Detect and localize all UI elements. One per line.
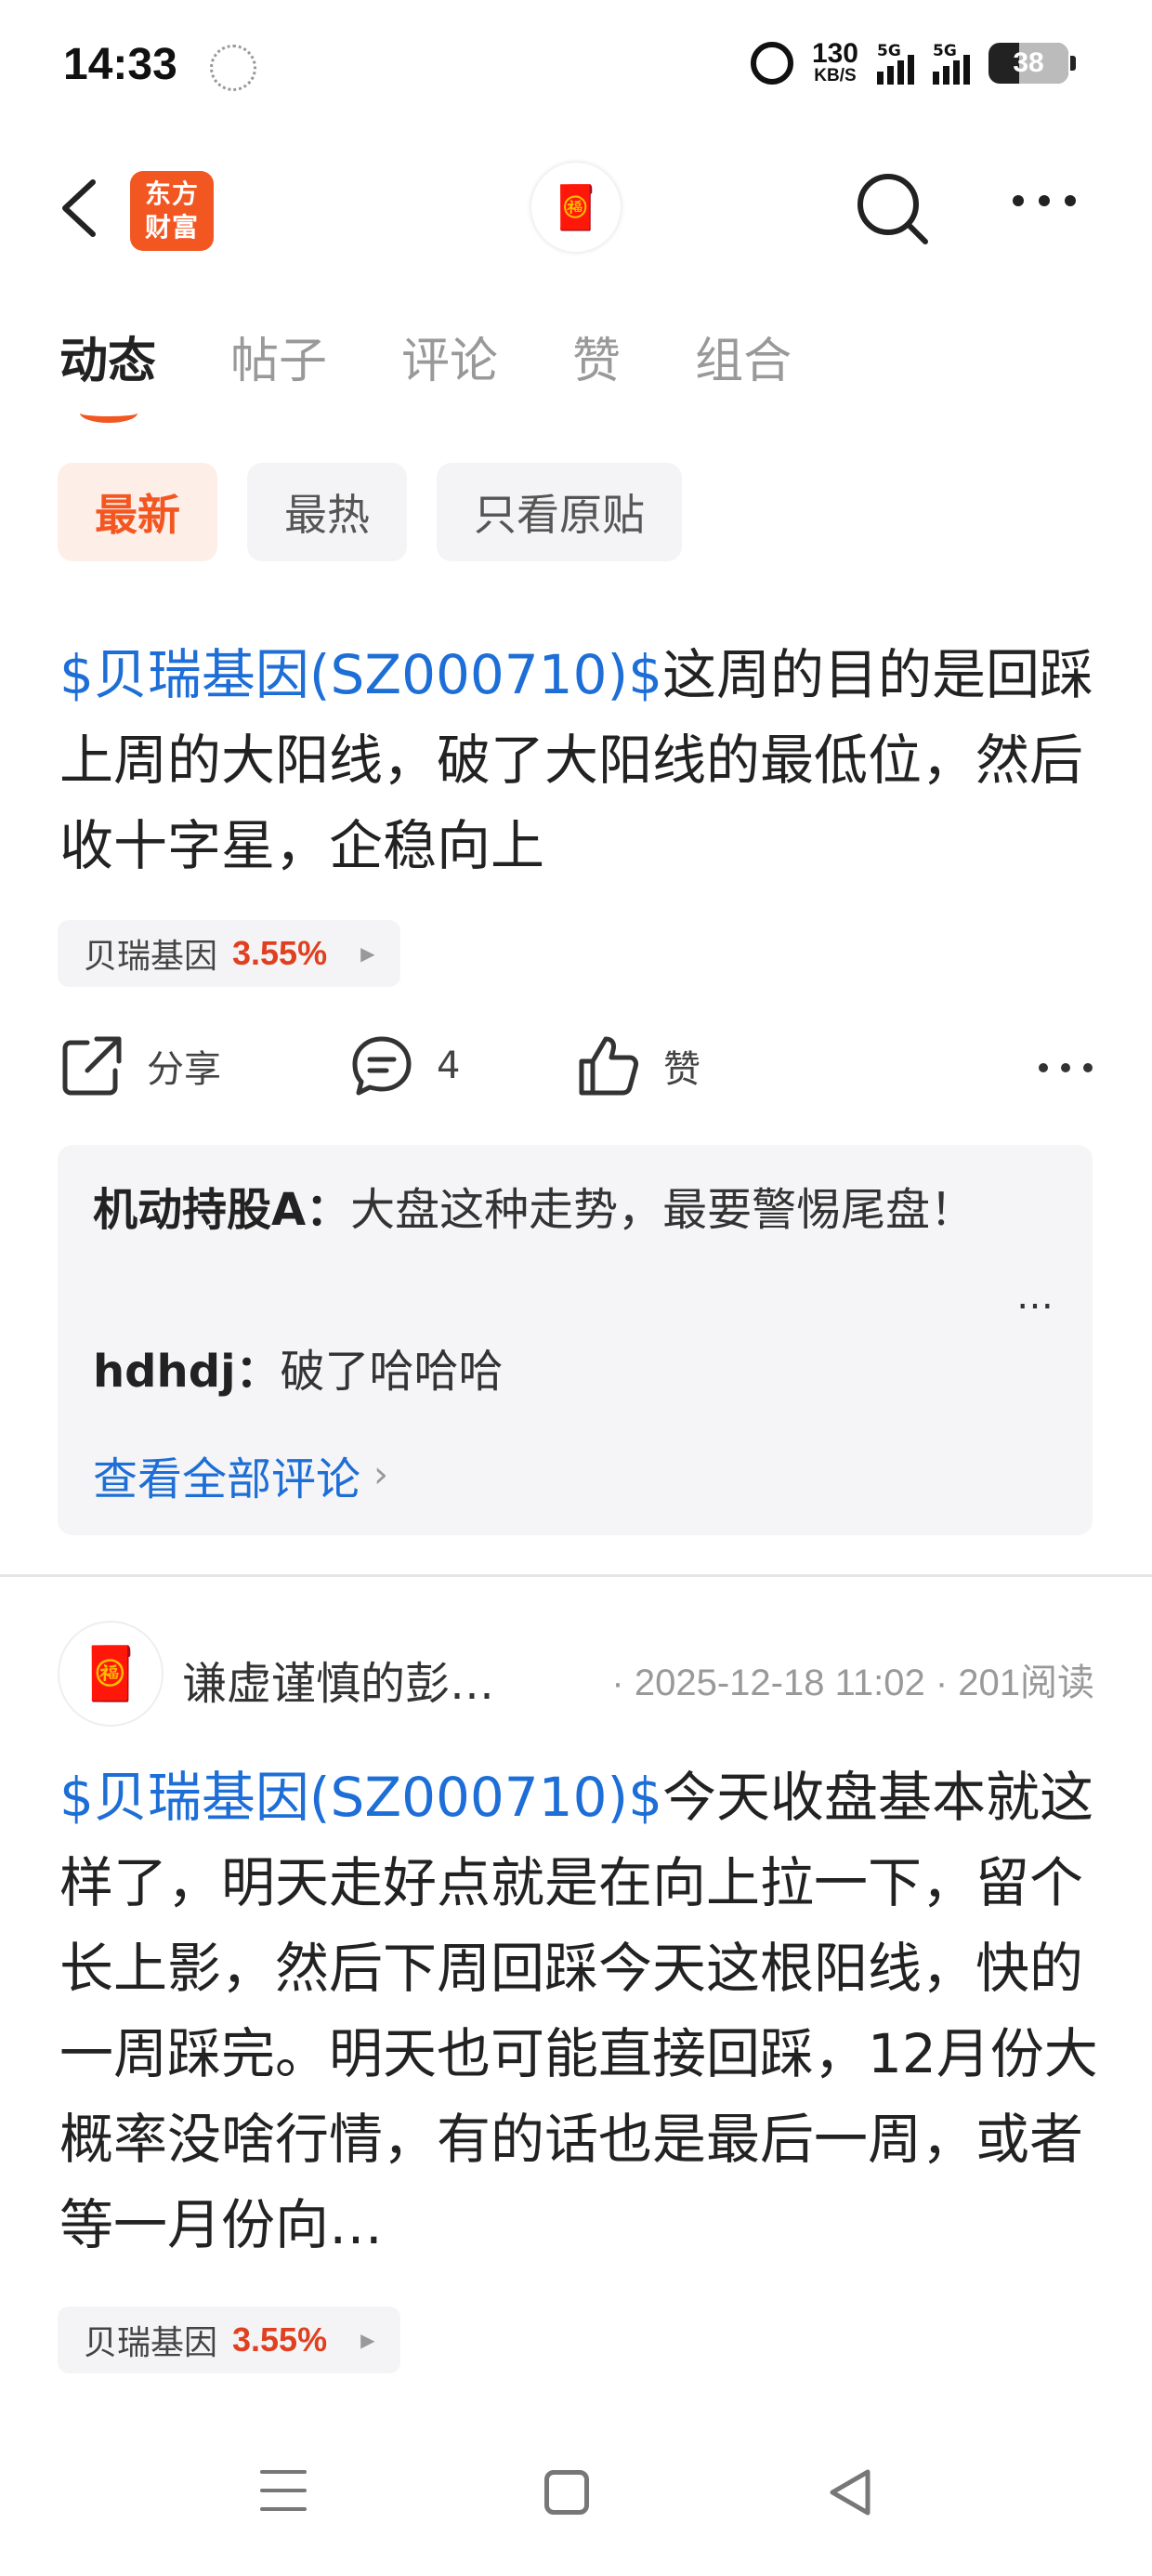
- comment-more-icon[interactable]: …: [1016, 1275, 1055, 1318]
- post-text: 今天收盘基本就这样了，明天走好点就是在向上拉一下，留个长上影，然后下周回踩今天这…: [59, 1766, 1098, 2256]
- post-header: 🧧 谦虚谨慎的彭… · 2025-12-18 11:02 · 201阅读: [58, 1621, 1094, 1727]
- post-body[interactable]: $贝瑞基因(SZ000710)$今天收盘基本就这样了，明天走好点就是在向上拉一下…: [59, 1755, 1100, 2267]
- comment-count: 4: [437, 1045, 461, 1087]
- comment-item: 机动持股A：大盘这种走势，最要警惕尾盘！: [93, 1175, 1057, 1245]
- stock-tag[interactable]: 贝瑞基因 3.55% ▶: [58, 920, 401, 987]
- eastmoney-logo[interactable]: 东方 财富: [130, 171, 214, 251]
- post-divider: [0, 1574, 1152, 1577]
- logo-text-top: 东方: [144, 178, 199, 209]
- filter-latest[interactable]: 最新: [58, 463, 217, 561]
- more-options-icon[interactable]: [1013, 195, 1076, 206]
- top-app-bar: 东方 财富 🧧: [0, 158, 1152, 260]
- tab-portfolio[interactable]: 组合: [695, 322, 792, 391]
- play-arrow-icon: ▶: [360, 942, 375, 965]
- stock-tag[interactable]: 贝瑞基因 3.55% ▶: [58, 2307, 401, 2373]
- comment-preview-box[interactable]: 机动持股A：大盘这种走势，最要警惕尾盘！ … hdhdj：破了哈哈哈 查看全部评…: [58, 1145, 1093, 1535]
- thumbs-up-icon: [579, 1036, 638, 1096]
- view-all-label: 查看全部评论: [93, 1453, 361, 1505]
- stock-tag-change: 3.55%: [232, 934, 328, 972]
- author-name[interactable]: 谦虚谨慎的彭…: [182, 1647, 494, 1712]
- author-avatar[interactable]: 🧧: [58, 1621, 164, 1727]
- chevron-right-icon: ›: [373, 1453, 389, 1496]
- share-button[interactable]: 分享: [59, 1033, 221, 1098]
- filter-original-only[interactable]: 只看原贴: [437, 463, 682, 561]
- post-meta: · 2025-12-18 11:02 · 201阅读: [611, 1663, 1094, 1703]
- user-avatar[interactable]: 🧧: [531, 163, 621, 252]
- signal-icon-1: 5G: [877, 42, 914, 85]
- like-button[interactable]: 赞: [576, 1033, 700, 1098]
- system-navigation-bar: [0, 2435, 1152, 2565]
- tab-dynamics[interactable]: 动态: [59, 322, 156, 423]
- battery-level: 38: [1013, 47, 1044, 78]
- comment-icon: [352, 1036, 412, 1096]
- play-arrow-icon: ▶: [360, 2329, 375, 2351]
- status-bar: 14:33 130 KB/S 5G 5G 38: [0, 0, 1152, 139]
- view-all-comments-link[interactable]: 查看全部评论 ›: [93, 1442, 388, 1507]
- alarm-icon: [750, 42, 793, 85]
- comment-author[interactable]: 机动持股A：: [93, 1184, 350, 1236]
- post-more-icon[interactable]: [1039, 1063, 1093, 1072]
- comment-text: 大盘这种走势，最要警惕尾盘！: [350, 1184, 975, 1236]
- home-icon[interactable]: [544, 2470, 589, 2515]
- recent-apps-icon[interactable]: [260, 2470, 307, 2526]
- comment-button[interactable]: 4: [349, 1033, 460, 1098]
- network-speed-value: 130: [811, 38, 858, 69]
- brightness-icon: [210, 45, 256, 91]
- signal-icon-2: 5G: [933, 42, 970, 85]
- status-time: 14:33: [63, 40, 177, 89]
- comment-text: 破了哈哈哈: [280, 1346, 504, 1398]
- battery-icon: 38: [988, 43, 1076, 84]
- tab-likes[interactable]: 赞: [572, 322, 621, 391]
- signal-label-1: 5G: [877, 42, 901, 60]
- stock-tag-change: 3.55%: [232, 2320, 328, 2359]
- comment-author[interactable]: hdhdj：: [93, 1346, 281, 1398]
- filter-chips: 最新 最热 只看原贴: [58, 463, 682, 561]
- stock-tag-name: 贝瑞基因: [84, 2324, 218, 2362]
- like-label: 赞: [663, 1048, 700, 1091]
- tab-posts[interactable]: 帖子: [230, 322, 327, 391]
- network-speed-unit: KB/S: [814, 66, 857, 85]
- share-label: 分享: [147, 1048, 221, 1091]
- profile-tabs: 动态 帖子 评论 赞 组合: [59, 322, 866, 423]
- back-arrow-icon[interactable]: [58, 178, 98, 238]
- stock-link[interactable]: $贝瑞基因(SZ000710)$: [59, 1766, 662, 1829]
- tab-comments[interactable]: 评论: [401, 322, 498, 391]
- post-body[interactable]: $贝瑞基因(SZ000710)$这周的目的是回踩上周的大阳线，破了大阳线的最低位…: [59, 632, 1100, 888]
- post-actions: 分享 4 赞: [59, 1033, 1093, 1108]
- filter-hottest[interactable]: 最热: [247, 463, 407, 561]
- stock-tag-name: 贝瑞基因: [84, 938, 218, 976]
- nav-back-icon[interactable]: [827, 2466, 873, 2518]
- network-speed: 130 KB/S: [811, 38, 858, 85]
- search-icon[interactable]: [853, 169, 931, 247]
- stock-link[interactable]: $贝瑞基因(SZ000710)$: [59, 643, 662, 706]
- share-icon: [62, 1036, 122, 1096]
- signal-label-2: 5G: [933, 42, 957, 60]
- comment-item: hdhdj：破了哈哈哈: [93, 1336, 504, 1407]
- logo-text-bottom: 财富: [144, 212, 199, 243]
